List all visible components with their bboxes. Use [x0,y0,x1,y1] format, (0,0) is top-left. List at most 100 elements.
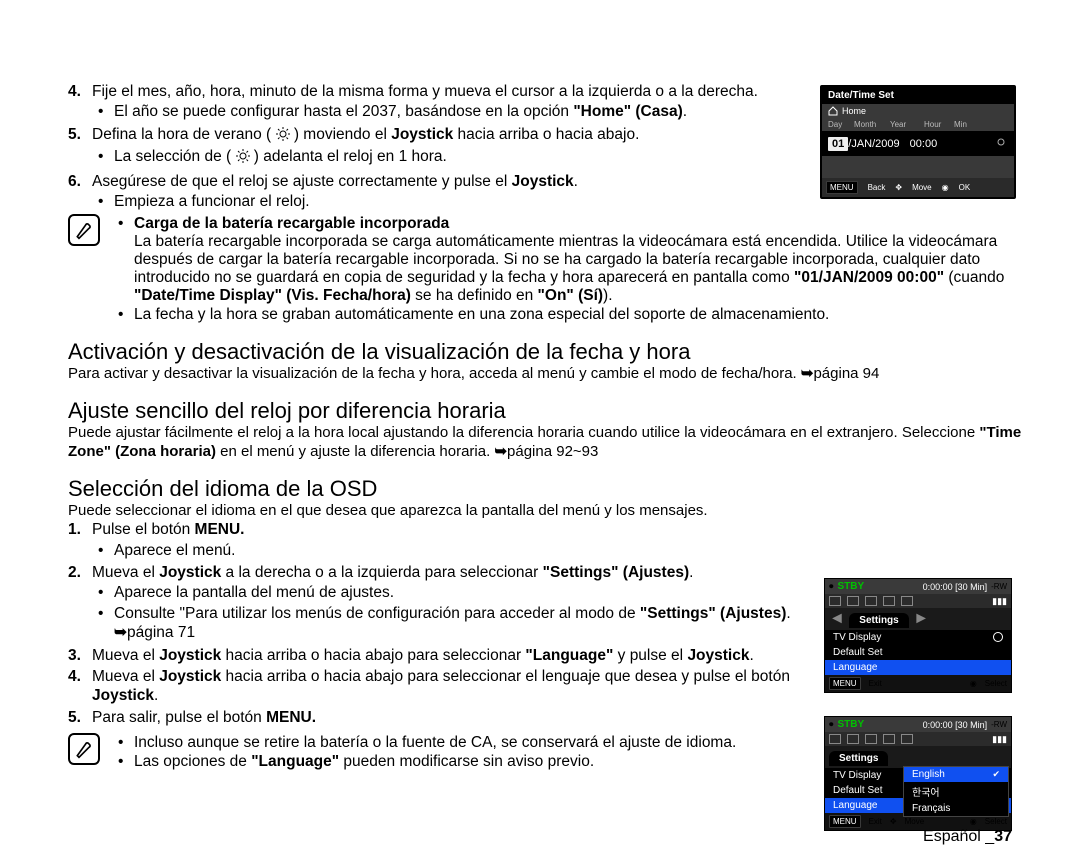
bullet: Consulte "Para utilizar los menús de con… [92,604,808,643]
menu-row: TV Display [825,630,1011,645]
submenu-row-highlighted: English✔ [904,767,1008,782]
step-4b: 4. Mueva el Joystick hacia arriba o haci… [68,667,808,706]
osd-settings-screenshot-2: ⏺ STBY 0:00:00 [30 Min] -RW ▮▮▮ Settings… [824,716,1012,831]
submenu-row: Français [904,801,1008,816]
step-text: Mueva el Joystick hacia arriba o hacia a… [92,667,808,706]
osd-date-time-screenshot: Date/Time Set Home Day Month Year Hour M… [820,85,1016,199]
thumb-icon [883,734,895,744]
footer-language: Español _ [923,828,994,845]
sun-icon [276,127,290,146]
move-icon: ✥ [890,817,897,826]
thumb-icon [901,596,913,606]
menu-row-highlighted: Language [825,660,1011,675]
osd-bottom-hints: MENUBack ✥Move ◉OK [822,178,1014,197]
language-submenu: English✔ 한국어 Français [903,766,1009,817]
move-icon: ✥ [895,183,902,192]
note-battery: Carga de la batería recargable incorpora… [68,214,1026,325]
stby-label: STBY [838,581,865,592]
home-icon [828,106,838,116]
osd-column-labels: Day Month Year Hour Min [822,118,1014,131]
step-number: 6. [68,172,92,213]
heading-activation: Activación y desactivación de la visuali… [68,339,1026,365]
camera-icon: ⏺ [829,581,834,592]
osd-tab-row: ◄ Settings ► [825,608,1011,630]
thumb-icon [865,734,877,744]
checkbox-icon [993,632,1003,642]
note-item: La fecha y la hora se graban automáticam… [112,306,1026,324]
step-number: 4. [68,82,92,123]
thumb-icon [883,596,895,606]
step-number: 1. [68,520,92,561]
paragraph: Puede ajustar fácilmente el reloj a la h… [68,424,1026,462]
heading-language: Selección del idioma de la OSD [68,476,1026,502]
step-3: 3. Mueva el Joystick hacia arriba o haci… [68,646,808,665]
tab-arrow-right: ► [913,610,929,627]
note-icon [68,214,100,246]
thumb-icon [865,596,877,606]
osd-top-row: ⏺ STBY 0:00:00 [30 Min] -RW [825,579,1011,594]
step-number: 2. [68,563,92,644]
page-number: 37 [994,828,1012,845]
osd-title: Date/Time Set [822,87,1014,104]
step-2: 2. Mueva el Joystick a la derecha o a la… [68,563,808,644]
step-text: Mueva el Joystick hacia arriba o hacia a… [92,646,808,665]
note-language: Incluso aunque se retire la batería o la… [68,733,808,772]
menu-badge: MENU [829,677,861,690]
ok-icon: ◉ [942,183,949,192]
step-text: Para salir, pulse el botón MENU. [92,708,808,727]
osd-subtitle: Home [822,104,1014,118]
thumb-icon [847,596,859,606]
select-icon: ◉ [970,817,977,826]
step-text: Pulse el botón MENU. Aparece el menú. [92,520,808,561]
osd-tab-row: Settings [825,746,1011,768]
note-item: Las opciones de "Language" pueden modifi… [112,753,808,771]
step-number: 4. [68,667,92,706]
arrow-icon [801,365,814,382]
step-number: 3. [68,646,92,665]
note-item: Incluso aunque se retire la batería o la… [112,734,808,752]
step-5b: 5. Para salir, pulse el botón MENU. [68,708,808,727]
paragraph: Puede seleccionar el idioma en el que de… [68,502,1026,521]
osd-icon-row: ▮▮▮ [825,594,1011,608]
settings-tab: Settings [849,613,908,628]
disc-icon: -RW [991,582,1007,591]
osd-bottom-hints: MENUExit ◉Select [825,675,1011,692]
battery-icon: ▮▮▮ [992,734,1007,745]
osd-day-selected: 01 [828,137,848,151]
arrow-icon [114,624,127,641]
stby-label: STBY [838,719,865,730]
note-list: Incluso aunque se retire la batería o la… [112,733,808,772]
settings-tab: Settings [829,751,888,766]
thumb-icon [847,734,859,744]
step-number: 5. [68,708,92,727]
counter-label: 0:00:00 [30 Min] [923,720,988,730]
camera-icon: ⏺ [829,719,834,730]
bullet: Aparece la pantalla del menú de ajustes. [92,583,808,602]
select-icon: ◉ [970,679,977,688]
osd-icon-row: ▮▮▮ [825,732,1011,746]
step-number: 5. [68,125,92,170]
steps-list-2: 1. Pulse el botón MENU. Aparece el menú.… [68,520,808,727]
heading-time-adjust: Ajuste sencillo del reloj por diferencia… [68,398,1026,424]
osd-date-row: 01 / JAN / 2009 00 : 00 [822,131,1014,156]
disc-icon: -RW [991,720,1007,729]
battery-icon: ▮▮▮ [992,596,1007,607]
paragraph: Para activar y desactivar la visualizaci… [68,365,1026,384]
note-list: Carga de la batería recargable incorpora… [112,214,1026,325]
thumb-icon [829,596,841,606]
sun-icon [994,135,1008,152]
osd-settings-screenshot-1: ⏺ STBY 0:00:00 [30 Min] -RW ▮▮▮ ◄ Settin… [824,578,1012,693]
check-icon: ✔ [992,769,1000,780]
step-text: Mueva el Joystick a la derecha o a la iz… [92,563,808,644]
submenu-row: 한국어 [904,782,1008,801]
text: Fije el mes, año, hora, minuto de la mis… [92,83,758,100]
document-page: 4. Fije el mes, año, hora, minuto de la … [0,0,1080,866]
bullet: Aparece el menú. [92,541,808,560]
tab-arrow-left: ◄ [829,610,849,627]
thumb-icon [901,734,913,744]
menu-badge: MENU [829,815,861,828]
osd-top-row: ⏺ STBY 0:00:00 [30 Min] -RW [825,717,1011,732]
thumb-icon [829,734,841,744]
note-item: Carga de la batería recargable incorpora… [112,215,1026,305]
sun-icon [236,149,250,168]
